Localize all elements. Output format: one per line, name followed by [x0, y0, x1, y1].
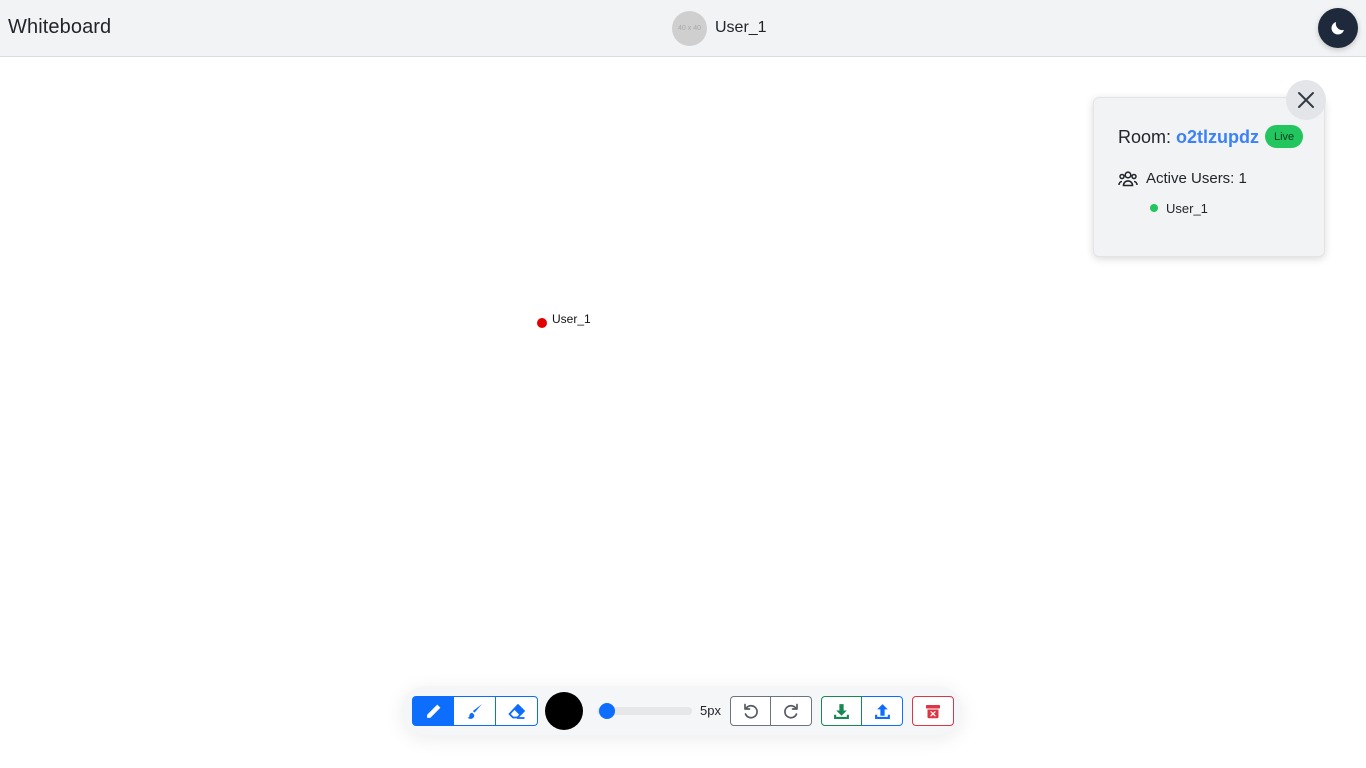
eraser-icon: [508, 703, 525, 719]
trash-icon: [926, 704, 940, 718]
pencil-icon: [426, 704, 440, 718]
theme-toggle-button[interactable]: [1318, 8, 1358, 48]
pencil-tool-button[interactable]: [412, 696, 454, 726]
color-picker[interactable]: [545, 692, 583, 730]
user-avatar: 40 x 40: [672, 11, 707, 46]
download-button[interactable]: [821, 696, 862, 726]
brush-size-slider-thumb[interactable]: [599, 703, 615, 719]
upload-button[interactable]: [862, 696, 903, 726]
clear-canvas-button[interactable]: [912, 696, 954, 726]
brush-tool-button[interactable]: [454, 696, 496, 726]
close-icon: [1298, 92, 1314, 108]
active-users-count: Active Users: 1: [1146, 170, 1247, 187]
room-heading: Room: o2tlzupdz: [1118, 127, 1259, 148]
drawing-toolbar: 5px: [402, 686, 962, 735]
room-prefix: Room:: [1118, 127, 1172, 147]
moon-icon: [1331, 22, 1344, 35]
redo-icon: [784, 703, 798, 719]
app-header: Whiteboard 40 x 40 User_1: [0, 0, 1366, 57]
eraser-tool-button[interactable]: [496, 696, 538, 726]
redo-button[interactable]: [771, 696, 812, 726]
undo-icon: [743, 703, 758, 719]
tool-group: [412, 696, 538, 726]
download-icon: [834, 703, 849, 719]
file-group: [821, 696, 903, 726]
close-panel-button[interactable]: [1286, 80, 1326, 120]
room-id[interactable]: o2tlzupdz: [1176, 127, 1259, 147]
header-username: User_1: [715, 19, 767, 36]
history-group: [730, 696, 812, 726]
app-title: Whiteboard: [8, 16, 112, 38]
online-status-dot: [1150, 204, 1158, 212]
room-info-panel: Room: o2tlzupdz Live Active Users: 1 Use…: [1093, 97, 1325, 257]
users-icon: [1118, 171, 1138, 187]
remote-cursor-label: User_1: [552, 312, 591, 326]
remote-cursor-dot: [537, 318, 547, 328]
live-status-badge: Live: [1265, 125, 1304, 148]
active-user-item: User_1: [1166, 201, 1208, 216]
upload-icon: [874, 703, 890, 719]
brush-icon: [467, 703, 482, 719]
undo-button[interactable]: [730, 696, 771, 726]
brush-size-label: 5px: [700, 703, 721, 718]
